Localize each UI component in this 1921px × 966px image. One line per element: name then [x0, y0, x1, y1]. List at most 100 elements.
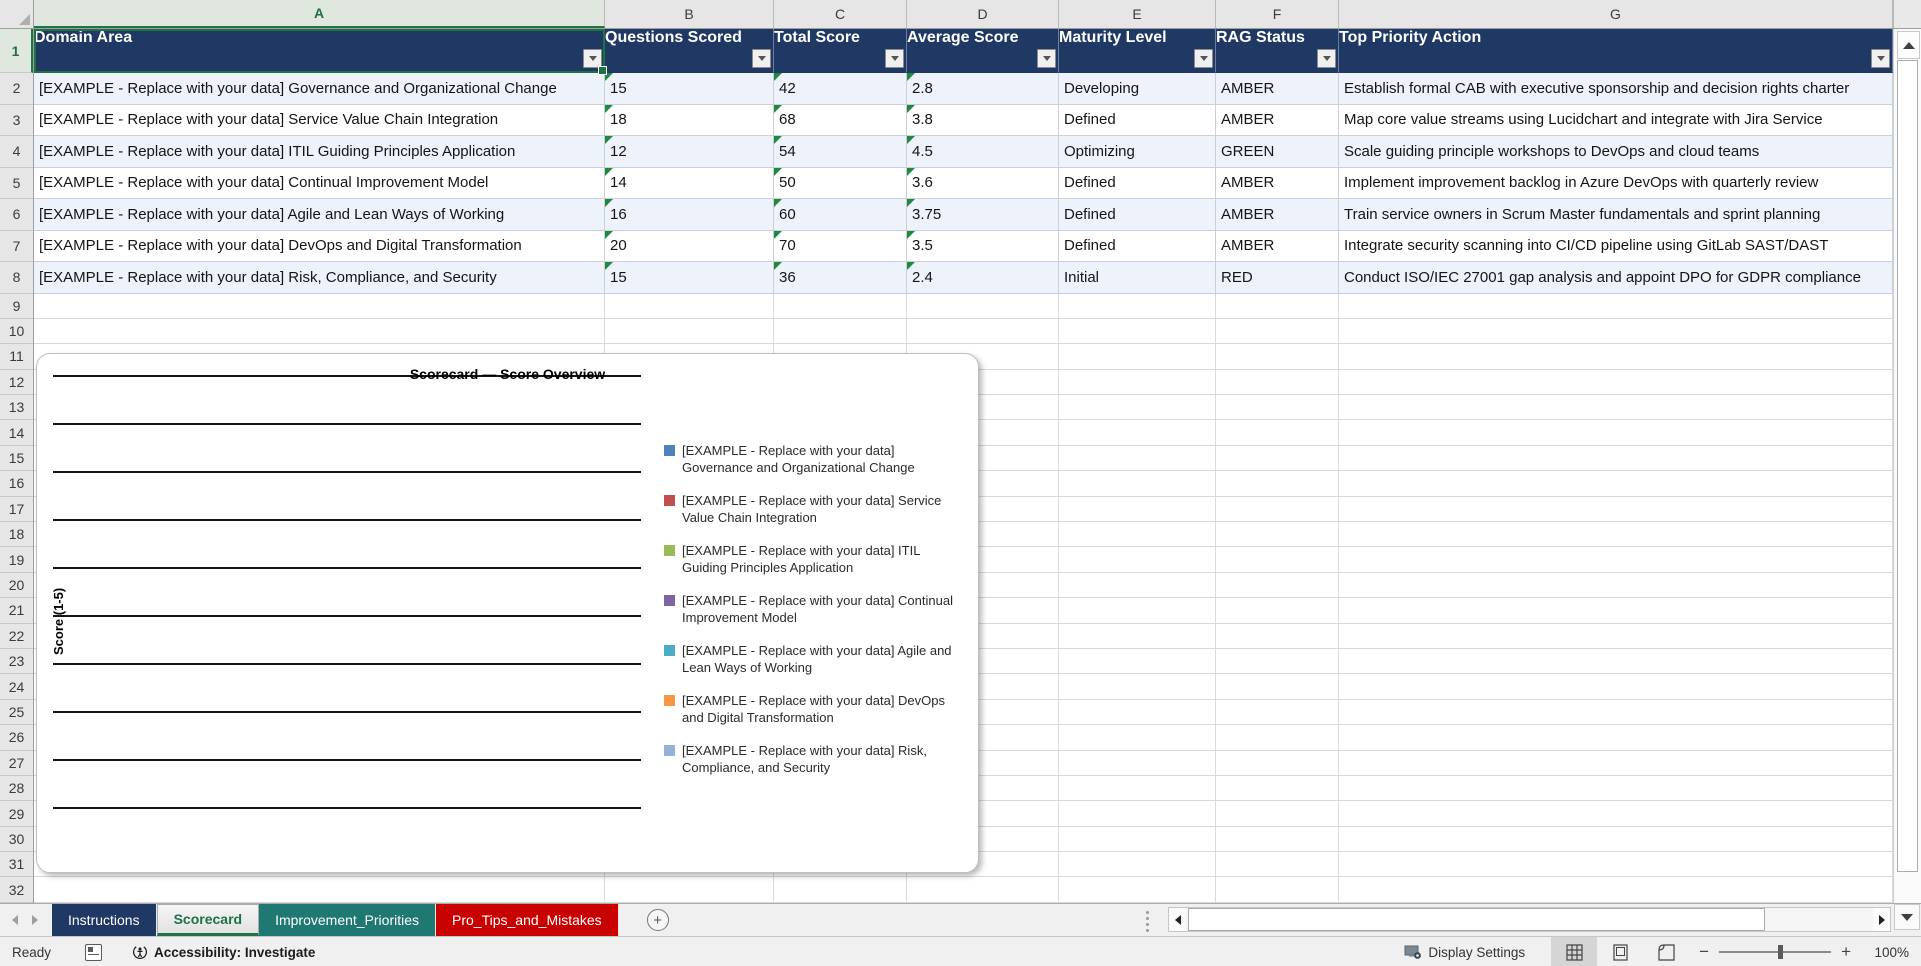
cell-g7[interactable]: Integrate security scanning into CI/CD p…: [1339, 230, 1893, 262]
cell-e28[interactable]: [1059, 775, 1216, 802]
cell-e10[interactable]: [1059, 318, 1216, 345]
filter-dropdown-button[interactable]: [752, 49, 771, 68]
zoom-slider-thumb[interactable]: [1778, 945, 1784, 959]
vertical-scrollbar[interactable]: [1893, 29, 1921, 903]
row-header-24[interactable]: 24: [0, 674, 33, 700]
tab-scroll-right-icon[interactable]: [32, 915, 38, 925]
scroll-right-button[interactable]: [1873, 908, 1890, 931]
cell-a10[interactable]: [34, 318, 605, 345]
cell-a2[interactable]: [EXAMPLE - Replace with your data] Gover…: [34, 73, 605, 105]
row-header-28[interactable]: 28: [0, 776, 33, 802]
cell-a8[interactable]: [EXAMPLE - Replace with your data] Risk,…: [34, 262, 605, 294]
cell-f30[interactable]: [1216, 826, 1339, 853]
cell-d7[interactable]: 3.5: [907, 230, 1059, 262]
cell-e32[interactable]: [1059, 877, 1216, 903]
cell-b5[interactable]: 14: [605, 167, 774, 199]
cell-e17[interactable]: [1059, 496, 1216, 523]
cell-g14[interactable]: [1339, 420, 1893, 446]
cell-f24[interactable]: [1216, 674, 1339, 700]
cell-g13[interactable]: [1339, 395, 1893, 421]
cell-d5[interactable]: 3.6: [907, 167, 1059, 199]
cell-e6[interactable]: Defined: [1059, 199, 1216, 231]
cell-e20[interactable]: [1059, 572, 1216, 599]
filter-dropdown-button[interactable]: [1037, 49, 1056, 68]
cell-a32[interactable]: [34, 877, 605, 903]
cell-g5[interactable]: Implement improvement backlog in Azure D…: [1339, 167, 1893, 199]
cell-c3[interactable]: 68: [774, 104, 907, 136]
cell-e24[interactable]: [1059, 674, 1216, 700]
cell-f31[interactable]: [1216, 852, 1339, 878]
cell-g27[interactable]: [1339, 750, 1893, 776]
cell-e2[interactable]: Developing: [1059, 73, 1216, 105]
cell-e22[interactable]: [1059, 623, 1216, 649]
cell-e9[interactable]: [1059, 293, 1216, 319]
scroll-down-button[interactable]: [1894, 904, 1920, 930]
column-header-g[interactable]: G: [1339, 0, 1893, 28]
cell-b3[interactable]: 18: [605, 104, 774, 136]
cell-a5[interactable]: [EXAMPLE - Replace with your data] Conti…: [34, 167, 605, 199]
cell-c2[interactable]: 42: [774, 73, 907, 105]
cell-g10[interactable]: [1339, 318, 1893, 345]
cell-g4[interactable]: Scale guiding principle workshops to Dev…: [1339, 136, 1893, 168]
cell-e15[interactable]: [1059, 445, 1216, 472]
row-header-13[interactable]: 13: [0, 395, 33, 421]
cell-f22[interactable]: [1216, 623, 1339, 649]
page-layout-view-button[interactable]: [1597, 937, 1643, 966]
cell-b10[interactable]: [605, 318, 774, 345]
row-header-32[interactable]: 32: [0, 877, 33, 903]
cell-d32[interactable]: [907, 877, 1059, 903]
cell-e18[interactable]: [1059, 522, 1216, 548]
cell-e19[interactable]: [1059, 547, 1216, 573]
row-header-22[interactable]: 22: [0, 624, 33, 649]
cell-g6[interactable]: Train service owners in Scrum Master fun…: [1339, 199, 1893, 231]
filter-dropdown-button[interactable]: [1871, 49, 1890, 68]
cell-a9[interactable]: [34, 293, 605, 319]
cell-f7[interactable]: AMBER: [1216, 230, 1339, 262]
cell-c5[interactable]: 50: [774, 167, 907, 199]
cell-f15[interactable]: [1216, 445, 1339, 472]
cell-f13[interactable]: [1216, 395, 1339, 421]
cell-e23[interactable]: [1059, 648, 1216, 675]
cell-g31[interactable]: [1339, 852, 1893, 878]
cell-e11[interactable]: [1059, 344, 1216, 370]
zoom-out-button[interactable]: −: [1689, 942, 1719, 962]
cell-g11[interactable]: [1339, 344, 1893, 370]
cell-f25[interactable]: [1216, 699, 1339, 726]
cell-e3[interactable]: Defined: [1059, 104, 1216, 136]
column-header-f[interactable]: F: [1216, 0, 1339, 28]
cell-c10[interactable]: [774, 318, 907, 345]
column-header-c[interactable]: C: [774, 0, 907, 28]
row-header-12[interactable]: 12: [0, 370, 33, 396]
column-header-b[interactable]: B: [605, 0, 774, 28]
cell-b8[interactable]: 15: [605, 262, 774, 294]
filter-dropdown-button[interactable]: [885, 49, 904, 68]
cell-g9[interactable]: [1339, 293, 1893, 319]
row-header-23[interactable]: 23: [0, 649, 33, 675]
cell-f16[interactable]: [1216, 471, 1339, 497]
cell-d2[interactable]: 2.8: [907, 73, 1059, 105]
cell-e14[interactable]: [1059, 420, 1216, 446]
cell-d10[interactable]: [907, 318, 1059, 345]
cell-g12[interactable]: [1339, 369, 1893, 396]
cell-c6[interactable]: 60: [774, 199, 907, 231]
cell-f11[interactable]: [1216, 344, 1339, 370]
cell-g16[interactable]: [1339, 471, 1893, 497]
cell-g24[interactable]: [1339, 674, 1893, 700]
column-header-e[interactable]: E: [1059, 0, 1216, 28]
row-header-7[interactable]: 7: [0, 231, 33, 262]
cell-c9[interactable]: [774, 293, 907, 319]
row-header-18[interactable]: 18: [0, 522, 33, 548]
cell-g29[interactable]: [1339, 801, 1893, 827]
row-header-3[interactable]: 3: [0, 105, 33, 136]
cell-g28[interactable]: [1339, 775, 1893, 802]
header-cell-questions-scored[interactable]: Questions Scored: [605, 29, 774, 73]
sheet-tab-scorecard[interactable]: Scorecard: [156, 904, 260, 936]
cell-g3[interactable]: Map core value streams using Lucidchart …: [1339, 104, 1893, 136]
row-header-15[interactable]: 15: [0, 446, 33, 472]
cell-b4[interactable]: 12: [605, 136, 774, 168]
row-header-25[interactable]: 25: [0, 700, 33, 726]
cell-e7[interactable]: Defined: [1059, 230, 1216, 262]
cell-f18[interactable]: [1216, 522, 1339, 548]
row-header-31[interactable]: 31: [0, 852, 33, 878]
cell-e21[interactable]: [1059, 598, 1216, 624]
